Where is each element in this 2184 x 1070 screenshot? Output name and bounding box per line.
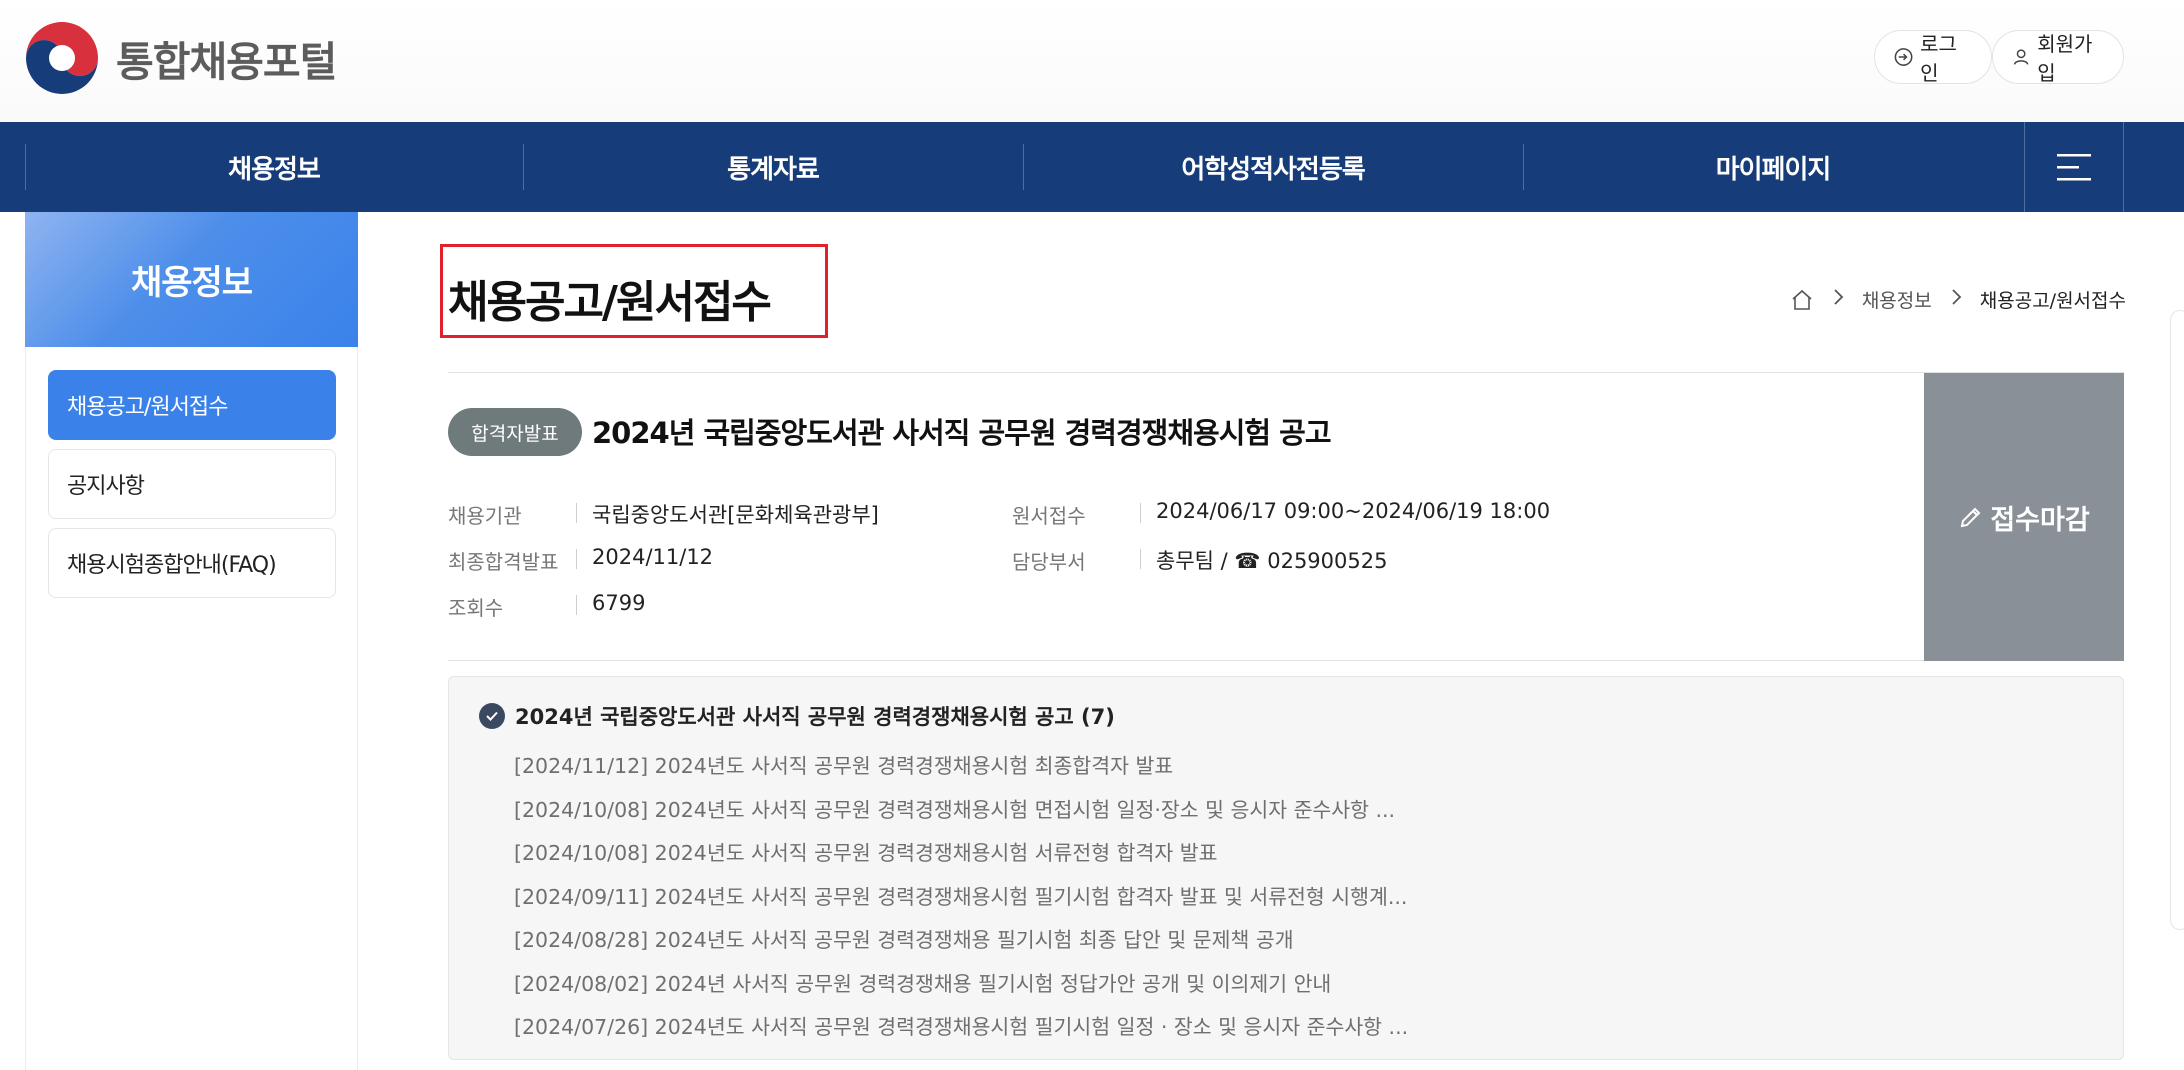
final-result-value: 2024/11/12 xyxy=(592,545,714,569)
list-item[interactable]: [2024/10/08] 2024년도 사서직 공무원 경력경쟁채용시험 서류전… xyxy=(514,832,1408,876)
sidebar-item-notices[interactable]: 공지사항 xyxy=(48,449,336,519)
login-label: 로그인 xyxy=(1920,32,1957,85)
nav-item-language-score[interactable]: 어학성적사전등록 xyxy=(1023,122,1523,212)
card-top-border xyxy=(448,372,2124,373)
info-divider xyxy=(1140,503,1141,523)
hamburger-icon xyxy=(2057,154,2091,181)
login-icon xyxy=(1894,48,1913,66)
nav-item-mypage[interactable]: 마이페이지 xyxy=(1523,122,2023,212)
sidebar-title: 채용정보 xyxy=(25,212,358,347)
views-value: 6799 xyxy=(592,591,646,615)
home-icon[interactable] xyxy=(1790,288,1814,312)
department-value: 총무팀 / ☎ 025900525 xyxy=(1156,549,1388,573)
chevron-right-icon xyxy=(1950,288,1962,311)
nav-item-recruitment[interactable]: 채용정보 xyxy=(25,122,523,212)
site-title: 통합채용포털 xyxy=(116,38,337,86)
nav-item-statistics[interactable]: 통계자료 xyxy=(523,122,1023,212)
info-divider xyxy=(1140,549,1141,569)
apply-period-label: 원서접수 xyxy=(1012,504,1086,528)
breadcrumb-current: 채용공고/원서접수 xyxy=(1979,290,2126,312)
apply-period-value: 2024/06/17 09:00~2024/06/19 18:00 xyxy=(1156,499,1551,523)
signup-button[interactable]: 회원가입 xyxy=(1992,30,2124,85)
signup-label: 회원가입 xyxy=(2037,32,2093,85)
government-logo-icon xyxy=(26,22,98,94)
sidebar-item-faq[interactable]: 채용시험종합안내(FAQ) xyxy=(48,528,336,598)
user-icon xyxy=(2013,49,2029,65)
agency-value: 국립중앙도서관[문화체육관광부] xyxy=(592,503,879,527)
all-menu-button[interactable] xyxy=(2024,122,2124,212)
final-result-label: 최종합격발표 xyxy=(448,550,559,574)
floating-side-panel[interactable] xyxy=(2170,310,2184,930)
agency-label: 채용기관 xyxy=(448,504,522,528)
info-divider xyxy=(576,595,577,615)
list-item[interactable]: [2024/07/26] 2024년도 사서직 공무원 경력경쟁채용시험 필기시… xyxy=(514,1006,1408,1050)
chevron-right-icon xyxy=(1832,288,1844,311)
application-closed-label: 접수마감 xyxy=(1990,504,2090,536)
info-divider xyxy=(576,503,577,523)
related-notices-list: [2024/11/12] 2024년도 사서직 공무원 경력경쟁채용시험 최종합… xyxy=(514,745,1408,1050)
related-notices-heading: 2024년 국립중앙도서관 사서직 공무원 경력경쟁채용시험 공고 (7) xyxy=(479,701,1115,731)
check-circle-icon xyxy=(479,703,505,729)
pencil-icon xyxy=(1961,507,1981,528)
breadcrumb-item[interactable]: 채용정보 xyxy=(1862,286,1932,313)
card-bottom-border xyxy=(448,660,1924,661)
site-header: 통합채용포털 로그인 회원가입 xyxy=(0,0,2184,122)
login-button[interactable]: 로그인 xyxy=(1874,30,1992,85)
list-item[interactable]: [2024/09/11] 2024년도 사서직 공무원 경력경쟁채용시험 필기시… xyxy=(514,876,1408,920)
breadcrumb: 채용정보 채용공고/원서접수 xyxy=(1790,286,2126,313)
related-notices-title: 2024년 국립중앙도서관 사서직 공무원 경력경쟁채용시험 공고 (7) xyxy=(515,705,1115,729)
page-title: 채용공고/원서접수 xyxy=(448,277,772,328)
related-notices-panel: 2024년 국립중앙도서관 사서직 공무원 경력경쟁채용시험 공고 (7) [2… xyxy=(448,676,2124,1060)
list-item[interactable]: [2024/10/08] 2024년도 사서직 공무원 경력경쟁채용시험 면접시… xyxy=(514,789,1408,833)
list-item[interactable]: [2024/08/02] 2024년 사서직 공무원 경력경쟁채용 필기시험 정… xyxy=(514,963,1408,1007)
info-divider xyxy=(576,549,577,569)
main-navigation: 채용정보 통계자료 어학성적사전등록 마이페이지 xyxy=(0,122,2184,212)
status-badge: 합격자발표 xyxy=(448,408,582,456)
views-label: 조회수 xyxy=(448,596,504,620)
site-logo[interactable]: 통합채용포털 xyxy=(24,20,337,96)
department-label: 담당부서 xyxy=(1012,550,1086,574)
application-closed-button[interactable]: 접수마감 xyxy=(1924,373,2124,661)
sidebar-item-job-postings[interactable]: 채용공고/원서접수 xyxy=(48,370,336,440)
list-item[interactable]: [2024/11/12] 2024년도 사서직 공무원 경력경쟁채용시험 최종합… xyxy=(514,745,1408,789)
list-item[interactable]: [2024/08/28] 2024년도 사서직 공무원 경력경쟁채용 필기시험 … xyxy=(514,919,1408,963)
post-title[interactable]: 2024년 국립중앙도서관 사서직 공무원 경력경쟁채용시험 공고 xyxy=(592,410,1332,452)
